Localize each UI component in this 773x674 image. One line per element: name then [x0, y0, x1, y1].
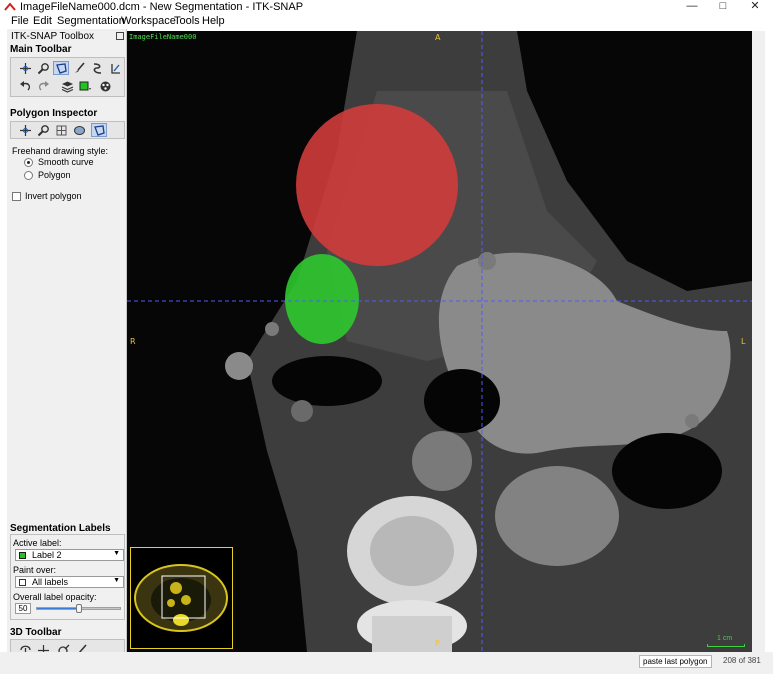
thumbnail-navigator[interactable]	[130, 547, 233, 649]
smooth-curve-label: Smooth curve	[38, 157, 94, 167]
undo-icon[interactable]	[17, 79, 33, 93]
3d-toolbar-title: 3D Toolbar	[10, 627, 62, 638]
window-title: ImageFileName000.dcm - New Segmentation …	[20, 1, 304, 13]
invert-polygon-label: Invert polygon	[25, 191, 82, 201]
polygon-inspector-title: Polygon Inspector	[10, 108, 98, 119]
chevron-down-icon: ▼	[113, 577, 120, 584]
brain-icon[interactable]	[71, 123, 87, 137]
filename-overlay: ImageFileName000	[129, 33, 197, 41]
3d-sphere-icon[interactable]	[97, 79, 113, 93]
zoom-tool-icon[interactable]	[35, 61, 51, 75]
invert-polygon-checkbox[interactable]	[12, 192, 21, 201]
redo-icon[interactable]	[35, 79, 51, 93]
polygon-tool-icon[interactable]	[53, 61, 69, 75]
itk-snap-logo-icon	[4, 2, 16, 11]
active-label-value: Label 2	[32, 550, 62, 560]
label-color-icon[interactable]	[77, 79, 93, 93]
polygon-tool-icon[interactable]	[91, 123, 107, 137]
slice-scrollbar[interactable]	[752, 31, 765, 652]
crosshair-tool-icon[interactable]	[17, 123, 33, 137]
menu-help[interactable]: Help	[202, 15, 225, 27]
orientation-right: R	[130, 337, 136, 346]
opacity-slider-thumb[interactable]	[75, 604, 82, 613]
orientation-posterior: P	[435, 639, 440, 648]
menu-workspace[interactable]: Workspace	[121, 15, 176, 27]
title-bar: ImageFileName000.dcm - New Segmentation …	[0, 0, 773, 14]
paint-over-value: All labels	[32, 577, 69, 587]
snake-tool-icon[interactable]	[89, 61, 105, 75]
slice-counter: 208 of 381	[723, 656, 761, 665]
minimize-button[interactable]: —	[677, 0, 707, 14]
polygon-inspector-toolbar	[10, 121, 125, 139]
opacity-caption: Overall label opacity:	[13, 592, 97, 602]
menu-edit[interactable]: Edit	[33, 15, 52, 27]
crosshair-tool-icon[interactable]	[17, 61, 33, 75]
smooth-curve-radio[interactable]	[24, 158, 33, 167]
status-bar: paste last polygon 208 of 381	[0, 652, 773, 674]
paste-last-polygon-button[interactable]: paste last polygon	[639, 655, 712, 668]
zoom-tool-icon[interactable]	[35, 123, 51, 137]
main-toolbar-title: Main Toolbar	[10, 44, 72, 55]
close-button[interactable]: ✕	[740, 0, 770, 14]
main-toolbar	[10, 57, 125, 97]
paint-over-dropdown[interactable]: All labels ▼	[15, 576, 124, 588]
undock-icon[interactable]	[116, 32, 124, 40]
toolbox-panel: ITK-SNAP Toolbox Main Toolbar Polygon In…	[7, 29, 127, 667]
active-label-dropdown[interactable]: Label 2 ▼	[15, 549, 124, 561]
slice-viewer[interactable]: ImageFileName000 A P R L 1 cm	[127, 31, 752, 652]
menu-bar: File Edit Segmentation Workspace Tools H…	[0, 14, 773, 29]
segmentation-labels-panel: Active label: Label 2 ▼ Paint over: All …	[10, 534, 125, 620]
maximize-button[interactable]: □	[708, 0, 738, 14]
window-edge	[765, 31, 773, 667]
menu-file[interactable]: File	[11, 15, 29, 27]
orientation-left: L	[741, 337, 746, 346]
label-color-swatch	[19, 552, 26, 559]
chevron-down-icon: ▼	[113, 550, 120, 557]
layers-icon[interactable]	[59, 79, 75, 93]
toolbox-title: ITK-SNAP Toolbox	[11, 31, 95, 42]
freehand-style-label: Freehand drawing style:	[12, 146, 109, 156]
segmentation-label-2	[285, 254, 359, 344]
polygon-radio[interactable]	[24, 171, 33, 180]
menu-segmentation[interactable]: Segmentation	[57, 15, 125, 27]
thumbnail-image	[134, 564, 228, 632]
opacity-spinbox[interactable]: 50	[15, 603, 31, 614]
paintbrush-tool-icon[interactable]	[71, 61, 87, 75]
paint-over-caption: Paint over:	[13, 565, 57, 575]
opacity-slider[interactable]	[36, 604, 121, 613]
itk-snap-window: ImageFileName000.dcm - New Segmentation …	[0, 0, 773, 674]
orientation-anterior: A	[435, 33, 441, 42]
grid-icon[interactable]	[53, 123, 69, 137]
segmentation-labels-title: Segmentation Labels	[10, 523, 111, 534]
opacity-slider-fill	[37, 608, 79, 609]
all-labels-icon	[19, 579, 26, 586]
scale-bar	[707, 644, 745, 647]
menu-tools[interactable]: Tools	[174, 15, 200, 27]
scale-bar-label: 1 cm	[717, 635, 733, 642]
annotation-tool-icon[interactable]	[107, 61, 123, 75]
active-label-caption: Active label:	[13, 538, 62, 548]
segmentation-label-1	[296, 104, 458, 266]
polygon-label: Polygon	[38, 170, 71, 180]
